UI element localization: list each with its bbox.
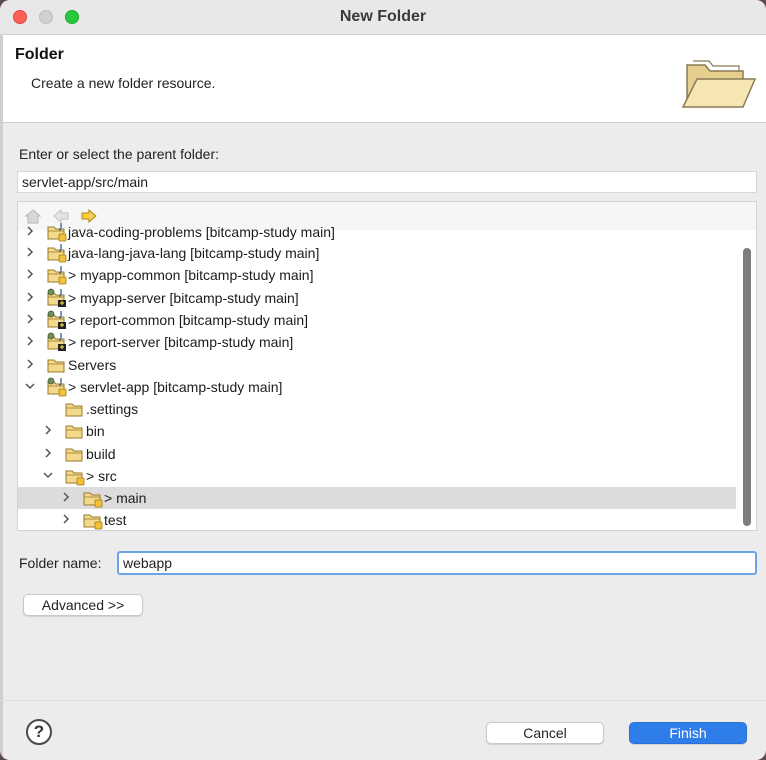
chevron-right-icon[interactable] xyxy=(24,224,36,238)
tree-row[interactable]: > myapp-common [bitcamp-study main] xyxy=(18,264,736,286)
title-bar[interactable]: New Folder xyxy=(0,0,766,35)
chevron-right-icon[interactable] xyxy=(24,290,36,304)
tree-row[interactable]: java-coding-problems [bitcamp-study main… xyxy=(18,221,736,243)
project-folder-icon xyxy=(47,223,67,242)
cancel-button[interactable]: Cancel xyxy=(486,722,604,744)
project-folder-icon xyxy=(47,332,66,351)
project-folder-icon xyxy=(47,310,66,329)
folder-icon xyxy=(65,425,83,439)
tree-row[interactable]: > report-common [bitcamp-study main] xyxy=(18,309,736,331)
parent-folder-label: Enter or select the parent folder: xyxy=(19,146,219,162)
left-edge xyxy=(0,35,3,760)
footer-divider xyxy=(0,700,766,701)
tree-row[interactable]: > src xyxy=(18,465,736,487)
chevron-right-icon[interactable] xyxy=(42,446,54,460)
tree-row-label: > servlet-app [bitcamp-study main] xyxy=(68,379,283,395)
project-folder-icon xyxy=(47,377,67,397)
project-folder-icon xyxy=(47,288,66,307)
tree-row-label: > src xyxy=(86,468,117,484)
tree-row-label: > myapp-common [bitcamp-study main] xyxy=(68,267,314,283)
chevron-right-icon[interactable] xyxy=(24,267,36,281)
tree-row-label: > myapp-server [bitcamp-study main] xyxy=(68,290,299,306)
chevron-down-icon[interactable] xyxy=(24,379,36,393)
chevron-right-icon[interactable] xyxy=(24,312,36,326)
open-folder-icon xyxy=(681,60,757,108)
folder-name-label: Folder name: xyxy=(19,555,102,571)
tree-row-label: > main xyxy=(104,490,147,506)
tree-row[interactable]: Servers xyxy=(18,354,736,376)
tree-scrollbar[interactable] xyxy=(743,248,751,526)
tree-row-label: Servers xyxy=(68,357,117,373)
chevron-right-icon[interactable] xyxy=(42,423,54,437)
tree-row-label: java-lang-java-lang [bitcamp-study main] xyxy=(68,245,320,261)
chevron-right-icon[interactable] xyxy=(60,512,72,526)
tree-row-label: > report-common [bitcamp-study main] xyxy=(68,312,309,328)
tree-row[interactable]: > main xyxy=(18,487,736,509)
tree-row[interactable]: > report-server [bitcamp-study main] xyxy=(18,331,736,353)
tree-row[interactable]: .settings xyxy=(18,398,736,420)
banner-title: Folder xyxy=(15,46,64,63)
tree-row[interactable]: > servlet-app [bitcamp-study main] xyxy=(18,376,736,398)
tree-row-label: java-coding-problems [bitcamp-study main… xyxy=(68,224,335,240)
tree-row-label: .settings xyxy=(86,401,139,417)
tree-row-label: bin xyxy=(86,423,105,439)
folder-name-input[interactable] xyxy=(117,551,757,575)
folder-icon xyxy=(83,514,103,530)
folder-icon xyxy=(65,470,85,486)
tree-row[interactable]: test xyxy=(18,509,736,530)
parent-folder-input[interactable] xyxy=(17,171,757,193)
tree-row-label: > report-server [bitcamp-study main] xyxy=(68,334,294,350)
wizard-banner: Folder Create a new folder resource. xyxy=(3,35,766,123)
finish-button[interactable]: Finish xyxy=(629,722,747,744)
tree-row[interactable]: > myapp-server [bitcamp-study main] xyxy=(18,287,736,309)
tree-row[interactable]: bin xyxy=(18,420,736,442)
chevron-down-icon[interactable] xyxy=(42,468,54,482)
folder-icon xyxy=(47,359,65,373)
tree-row-label: build xyxy=(86,446,116,462)
chevron-right-icon[interactable] xyxy=(24,334,36,348)
new-folder-dialog: New Folder Folder Create a new folder re… xyxy=(0,0,766,760)
folder-tree[interactable]: java-coding-problems [bitcamp-study main… xyxy=(17,201,757,531)
folder-icon xyxy=(83,492,103,508)
project-folder-icon xyxy=(47,244,67,263)
help-icon[interactable]: ? xyxy=(26,719,52,745)
advanced-button[interactable]: Advanced >> xyxy=(23,594,143,616)
chevron-right-icon[interactable] xyxy=(24,357,36,371)
folder-icon xyxy=(65,448,83,462)
tree-row-label: test xyxy=(104,512,127,528)
project-folder-icon xyxy=(47,266,67,285)
tree-row[interactable]: java-lang-java-lang [bitcamp-study main] xyxy=(18,242,736,264)
chevron-right-icon[interactable] xyxy=(60,490,72,504)
banner-description: Create a new folder resource. xyxy=(31,75,216,91)
folder-icon xyxy=(65,403,83,417)
chevron-right-icon[interactable] xyxy=(24,245,36,259)
window-title: New Folder xyxy=(339,8,427,25)
tree-row[interactable]: build xyxy=(18,443,736,465)
